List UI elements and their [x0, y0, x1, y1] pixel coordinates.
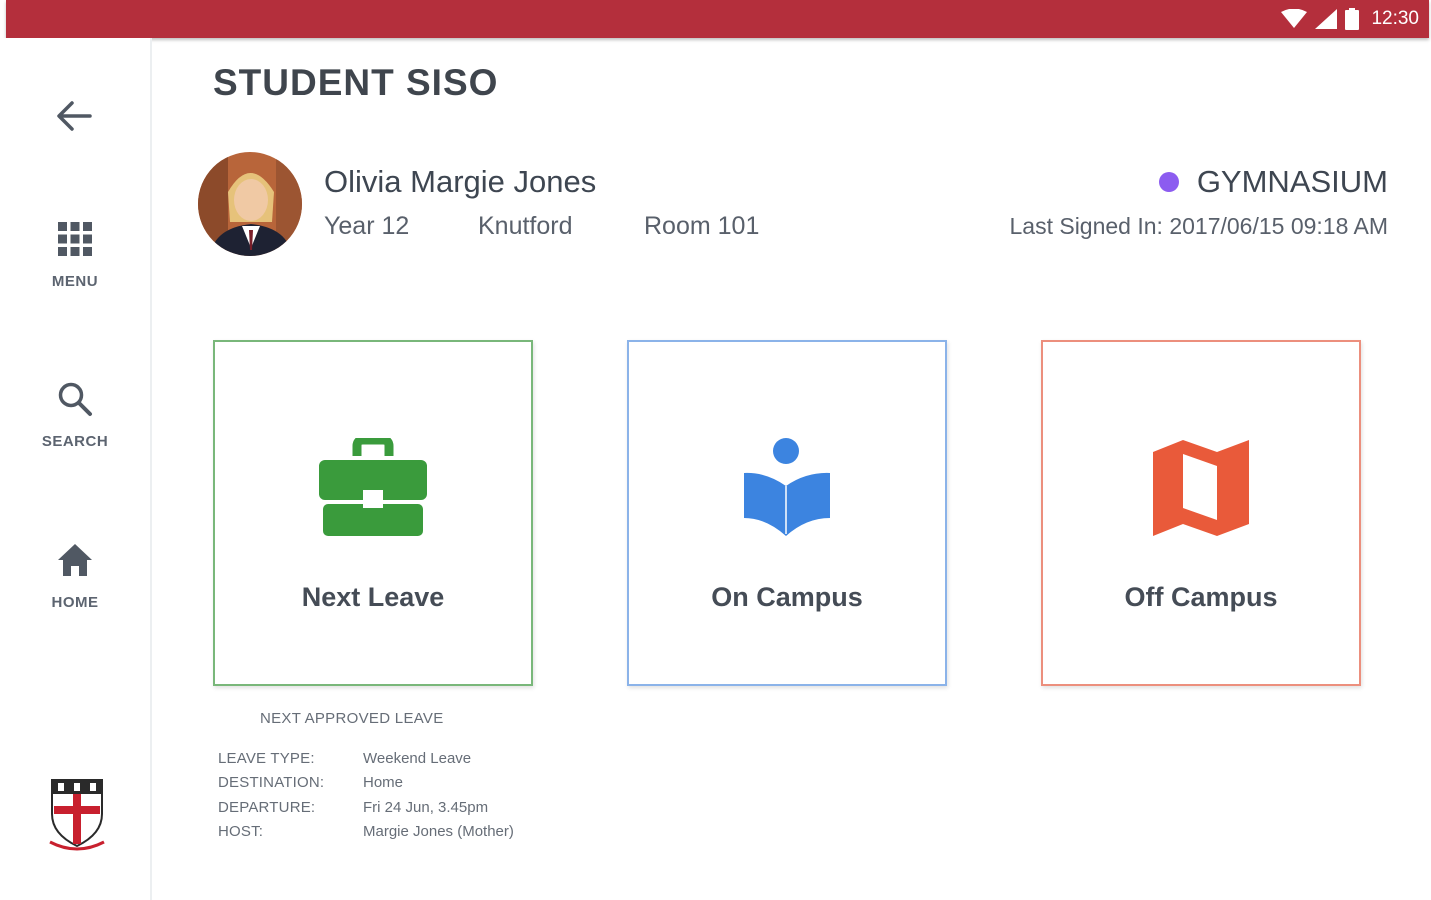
map-icon	[1153, 440, 1249, 536]
next-leave-card[interactable]: Next Leave	[213, 340, 533, 686]
search-icon	[58, 382, 92, 416]
sidebar-item-label: HOME	[51, 594, 99, 611]
signal-icon	[1315, 9, 1338, 29]
student-name: Olivia Margie Jones	[324, 164, 597, 199]
next-approved-leave-heading: NEXT APPROVED LEAVE	[260, 710, 444, 727]
back-arrow-icon	[57, 101, 92, 131]
student-room: Room 101	[644, 212, 760, 240]
back-button[interactable]	[52, 94, 96, 138]
leave-field-label: DESTINATION:	[218, 774, 325, 792]
status-icons: 12:30	[1281, 6, 1419, 32]
status-time: 12:30	[1371, 8, 1419, 29]
briefcase-icon	[319, 438, 427, 536]
grid-icon	[58, 222, 92, 256]
leave-field-label: LEAVE TYPE:	[218, 749, 315, 767]
reading-icon	[744, 438, 830, 536]
leave-details-table: LEAVE TYPE: Weekend Leave DESTINATION: H…	[218, 746, 514, 844]
leave-field-label: HOST:	[218, 823, 264, 841]
current-location: GYMNASIUM	[1158, 164, 1388, 200]
on-campus-card[interactable]: On Campus	[627, 340, 947, 686]
sidebar-item-menu[interactable]: MENU	[0, 220, 150, 290]
leave-row: HOST: Margie Jones (Mother)	[218, 820, 514, 845]
student-year: Year 12	[324, 212, 410, 240]
off-campus-card[interactable]: Off Campus	[1041, 340, 1361, 686]
wifi-icon	[1281, 9, 1308, 28]
location-label: GYMNASIUM	[1196, 164, 1388, 199]
leave-row: DEPARTURE: Fri 24 Jun, 3.45pm	[218, 795, 514, 820]
card-label: Off Campus	[1124, 582, 1278, 612]
sidebar-item-home[interactable]: HOME	[0, 541, 150, 611]
leave-field-value: Home	[363, 774, 404, 792]
sidebar-item-search[interactable]: SEARCH	[0, 380, 150, 450]
school-crest-logo	[49, 779, 105, 851]
sidebar: MENU SEARCH HOME	[0, 38, 152, 900]
student-details: Year 12 Knutford Room 101	[324, 212, 759, 241]
status-bar: 12:30	[6, 0, 1429, 38]
last-signed-in: Last Signed In: 2017/06/15 09:18 AM	[1009, 213, 1388, 239]
leave-row: LEAVE TYPE: Weekend Leave	[218, 746, 514, 771]
leave-field-value: Weekend Leave	[363, 749, 472, 767]
leave-field-value: Fri 24 Jun, 3.45pm	[363, 798, 489, 816]
card-label: On Campus	[711, 582, 863, 612]
sidebar-item-label: MENU	[51, 273, 99, 290]
battery-icon	[1345, 8, 1360, 30]
student-house: Knutford	[478, 212, 573, 240]
avatar	[198, 152, 302, 256]
leave-field-value: Margie Jones (Mother)	[363, 823, 514, 841]
card-label: Next Leave	[301, 582, 445, 612]
location-status-dot	[1158, 172, 1179, 192]
leave-field-label: DEPARTURE:	[218, 798, 316, 816]
sidebar-item-label: SEARCH	[41, 433, 109, 450]
leave-row: DESTINATION: Home	[218, 771, 514, 796]
page-title: STUDENT SISO	[213, 62, 499, 103]
home-icon	[58, 544, 92, 576]
